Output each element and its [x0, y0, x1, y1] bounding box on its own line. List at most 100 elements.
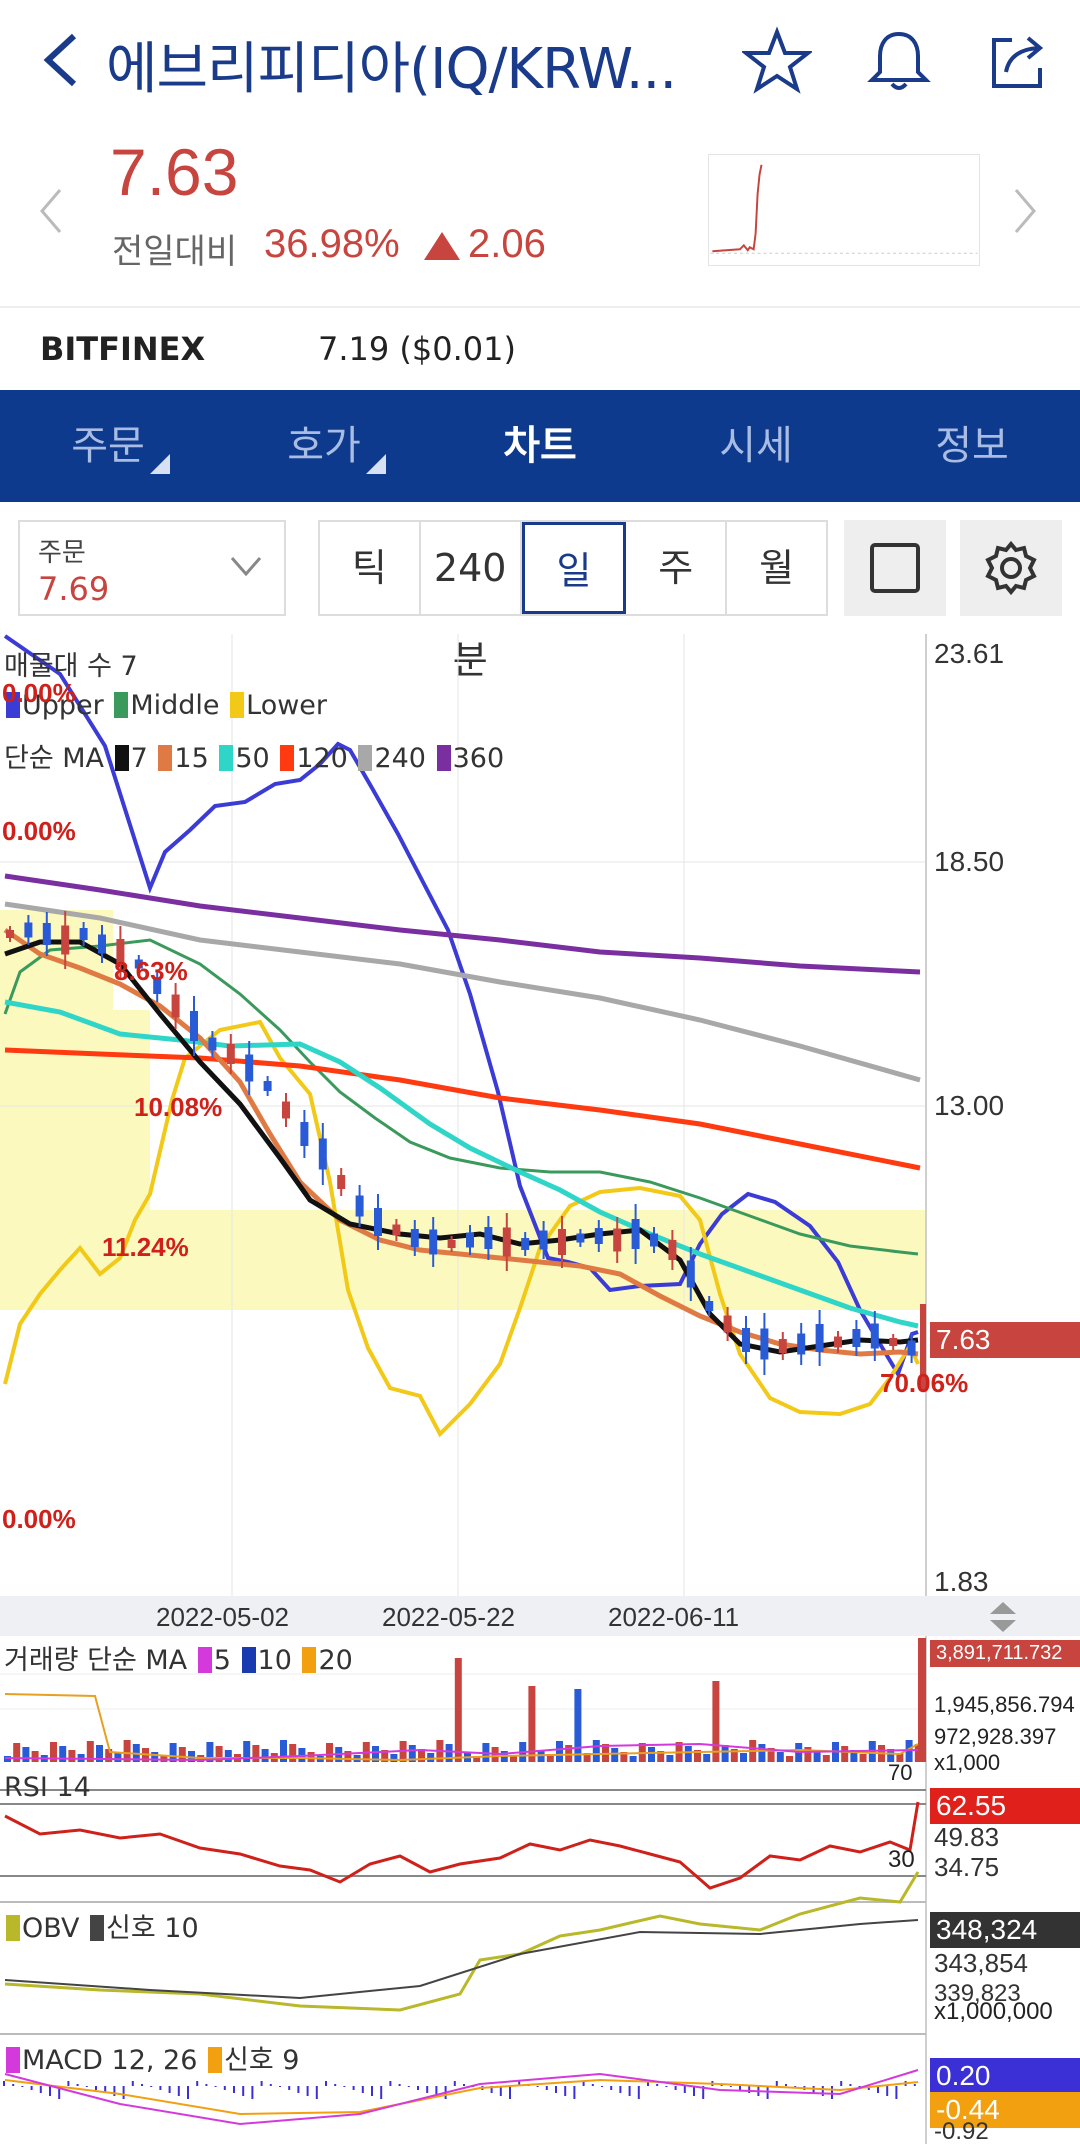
change-amount: 2.06: [468, 222, 546, 266]
latest-volume-bar: [918, 1638, 926, 1762]
chevron-down-icon: [230, 557, 262, 577]
bell-icon[interactable]: [864, 26, 934, 96]
exchange-name: BITFINEX: [40, 330, 206, 368]
candle: [668, 1240, 677, 1260]
tab-chart[interactable]: 차트: [432, 390, 648, 502]
volume-bar: [629, 1756, 637, 1762]
volume-bar: [592, 1740, 600, 1762]
order-dropdown[interactable]: 주문 7.69: [18, 520, 286, 616]
candle: [300, 1122, 309, 1146]
profile-pct: 10.08%: [134, 1092, 223, 1122]
tab-market[interactable]: 시세: [648, 390, 864, 502]
candle: [171, 994, 180, 1018]
fullscreen-button[interactable]: [844, 520, 946, 616]
x-tick: 2022-06-11: [608, 1602, 740, 1632]
volume-bar: [22, 1747, 30, 1762]
tab-orderbook[interactable]: 호가: [216, 390, 432, 502]
macd-legend: MACD 12, 26 신호 9: [4, 2038, 299, 2077]
corner-icon: [366, 454, 386, 474]
volume-bar: [841, 1746, 849, 1762]
volume-tick: 70: [888, 1760, 913, 1785]
period-month[interactable]: 월: [727, 522, 826, 614]
candle: [631, 1219, 640, 1249]
candle: [98, 934, 106, 954]
period-240min[interactable]: 240분: [421, 522, 522, 682]
volume-profile-bar: [0, 1010, 150, 1110]
candle: [723, 1315, 732, 1333]
volume-bar: [712, 1681, 720, 1762]
exchange-row: BITFINEX 7.19 ($0.01): [0, 306, 1080, 390]
candle: [797, 1333, 806, 1355]
resize-handle-icon[interactable]: [986, 1600, 1020, 1634]
back-icon[interactable]: [36, 30, 86, 90]
volume-bar: [427, 1753, 435, 1762]
period-day[interactable]: 일: [521, 522, 627, 614]
main-tabs: 주문 호가 차트 시세 정보: [0, 390, 1080, 502]
star-icon[interactable]: [742, 26, 812, 96]
obv-tag: 348,324: [930, 1912, 1080, 1948]
obv-legend: OBV 신호 10: [4, 1906, 199, 1945]
chart-area[interactable]: 매물대 수 7 Upper Middle Lower 단순 MA 7 15 50…: [0, 634, 1080, 2144]
candle: [282, 1101, 290, 1119]
volume-tick: 972,928.397: [934, 1724, 1057, 1749]
candle: [778, 1339, 787, 1353]
candle: [226, 1044, 235, 1064]
prev-day-label: 전일대비: [112, 232, 238, 272]
volume-bar: [261, 1749, 269, 1762]
volume-bar: [822, 1755, 830, 1762]
candle: [190, 1011, 198, 1041]
corner-icon: [150, 454, 170, 474]
candle: [6, 930, 14, 938]
volume-bar: [684, 1746, 692, 1762]
candle: [24, 922, 33, 938]
y-tick: 13.00: [934, 1090, 1005, 1121]
candle: [852, 1329, 861, 1347]
candle: [337, 1175, 346, 1189]
volume-bar: [786, 1756, 793, 1762]
volume-bar: [740, 1753, 747, 1762]
mini-sparkline[interactable]: [708, 154, 980, 266]
volume-bar: [556, 1741, 563, 1762]
profile-pct: 11.24%: [102, 1232, 189, 1262]
middle-swatch: [114, 692, 129, 718]
tab-info[interactable]: 정보: [864, 390, 1080, 502]
candle: [355, 1195, 364, 1217]
candle: [410, 1229, 419, 1247]
rsi-tag: 62.55: [930, 1788, 1080, 1824]
prev-item-icon[interactable]: [38, 186, 64, 236]
rsi-legend: RSI 14: [4, 1772, 91, 1803]
candle: [245, 1054, 254, 1082]
obv-tick: 343,854: [934, 1948, 1028, 1978]
candle: [484, 1227, 493, 1249]
settings-button[interactable]: [960, 520, 1062, 616]
order-value: 7.69: [38, 570, 110, 608]
ma-legend: 단순 MA 7 15 50 120 240 360: [4, 743, 505, 774]
volume-profile-bar: [0, 1110, 150, 1210]
volume-tick: 1,945,856.794: [934, 1692, 1075, 1717]
candle: [318, 1138, 327, 1170]
period-selector: 틱 240분 일 주 월: [318, 520, 828, 682]
volume-bar: [252, 1745, 260, 1762]
candle: [742, 1328, 750, 1352]
volume-unit: x1,000: [934, 1750, 1001, 1775]
tab-order[interactable]: 주문: [0, 390, 216, 502]
candle: [594, 1228, 603, 1244]
volume-bar: [703, 1754, 711, 1762]
next-item-icon[interactable]: [1012, 186, 1038, 236]
profile-pct: 0.00%: [2, 816, 76, 846]
share-icon[interactable]: [984, 26, 1054, 96]
volume-bar: [758, 1744, 766, 1762]
candle: [208, 1037, 217, 1051]
volume-bar: [68, 1750, 76, 1762]
period-week[interactable]: 주: [626, 522, 728, 614]
volume-bar: [611, 1748, 619, 1762]
volume-bar: [289, 1744, 297, 1762]
period-tick[interactable]: 틱: [320, 522, 421, 614]
y-tick: 18.50: [934, 846, 1005, 877]
price-tag: 7.63: [930, 1322, 1080, 1358]
profile-pct: 70.06%: [880, 1368, 969, 1398]
exchange-value: 7.19 ($0.01): [318, 330, 516, 368]
candle: [686, 1260, 695, 1288]
candle: [79, 928, 88, 940]
volume-tag: 3,891,711.732: [930, 1640, 1080, 1667]
